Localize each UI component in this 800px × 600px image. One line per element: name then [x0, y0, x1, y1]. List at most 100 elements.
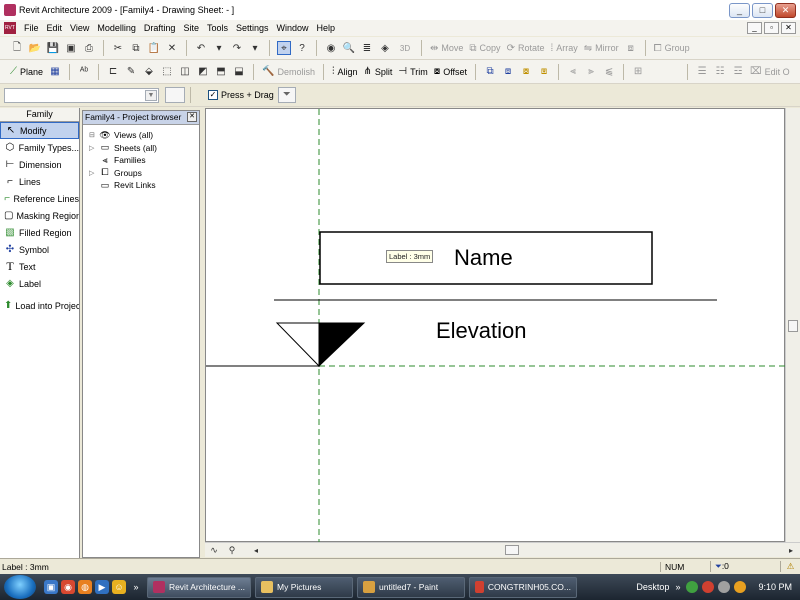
- maximize-button[interactable]: □: [752, 2, 773, 18]
- chrome-icon[interactable]: ◉: [61, 580, 75, 594]
- paste-aligned-icon[interactable]: ⧈: [501, 65, 515, 79]
- undo-dropdown-icon[interactable]: ▾: [212, 41, 226, 55]
- cut-icon[interactable]: ✂: [111, 41, 125, 55]
- family-item-text[interactable]: T Text: [0, 258, 79, 275]
- clock[interactable]: 9:10 PM: [748, 582, 800, 592]
- tree-item-revit-links[interactable]: ▭ Revit Links: [89, 179, 199, 192]
- task-my-pictures[interactable]: My Pictures: [255, 576, 353, 598]
- updater-icon[interactable]: [718, 581, 731, 593]
- list-bullets-icon[interactable]: ☲: [731, 65, 745, 79]
- copy-clipboard-icon[interactable]: ⧉: [483, 65, 497, 79]
- antivirus-icon[interactable]: [702, 581, 715, 593]
- scroll-right-icon[interactable]: ▸: [784, 543, 798, 557]
- name-text[interactable]: Name: [454, 245, 513, 270]
- scale-icon[interactable]: ⊞: [631, 65, 645, 79]
- family-item-label[interactable]: ◈ Label: [0, 275, 79, 292]
- family-item-family-types[interactable]: ⬡ Family Types...: [0, 139, 79, 156]
- new-icon[interactable]: 🗋: [10, 41, 24, 55]
- open-icon[interactable]: 📂: [28, 41, 42, 55]
- detail-level-icon[interactable]: ⚲: [225, 543, 239, 557]
- desktop-toolbar[interactable]: Desktop: [630, 582, 675, 592]
- menu-modelling[interactable]: Modelling: [93, 23, 140, 33]
- menu-site[interactable]: Site: [179, 23, 203, 33]
- print-icon[interactable]: ⎙: [82, 41, 96, 55]
- tree-item-sheets[interactable]: ▷ ▭ Sheets (all): [89, 142, 199, 155]
- menu-drafting[interactable]: Drafting: [140, 23, 180, 33]
- task-browser[interactable]: CONGTRINH05.CO...: [469, 576, 577, 598]
- tray-overflow-icon[interactable]: »: [675, 582, 684, 592]
- chevron-down-icon[interactable]: ▼: [145, 89, 157, 101]
- edit-overflow-button[interactable]: ⌧ Edit O: [750, 66, 790, 77]
- menu-tools[interactable]: Tools: [203, 23, 232, 33]
- family-item-lines[interactable]: ⌐ Lines: [0, 173, 79, 190]
- offset-button[interactable]: ⧇ Offset: [434, 66, 467, 77]
- elevation-text[interactable]: Elevation: [436, 318, 527, 343]
- split-button[interactable]: ⋔ Split: [364, 66, 393, 77]
- match-type-icon[interactable]: ✎: [124, 65, 138, 79]
- help-cursor-icon[interactable]: ?: [295, 41, 309, 55]
- task-revit[interactable]: Revit Architecture ...: [147, 576, 251, 598]
- 3d-view-icon[interactable]: ◈: [378, 41, 392, 55]
- save-icon[interactable]: 💾: [46, 41, 60, 55]
- cut-geometry-icon[interactable]: ◫: [178, 65, 192, 79]
- document-icon[interactable]: RVT: [4, 22, 16, 34]
- explorer-icon[interactable]: ▣: [44, 580, 58, 594]
- menu-settings[interactable]: Settings: [232, 23, 273, 33]
- split-face-icon[interactable]: ◩: [196, 65, 210, 79]
- family-item-dimension[interactable]: ⊢ Dimension: [0, 156, 79, 173]
- close-button[interactable]: ✕: [775, 2, 796, 18]
- wall-joins-icon[interactable]: ⬒: [214, 65, 228, 79]
- array-button[interactable]: ⁞ Array: [550, 43, 577, 54]
- align-button[interactable]: ⫶ Align: [332, 66, 358, 77]
- drawing-canvas[interactable]: Name Elevation: [205, 108, 786, 543]
- view-scale-icon[interactable]: ∿: [207, 543, 221, 557]
- menu-edit[interactable]: Edit: [43, 23, 67, 33]
- horizontal-scroll-thumb[interactable]: [505, 545, 519, 555]
- save-as-icon[interactable]: ▣: [64, 41, 78, 55]
- filter-icon[interactable]: ⏷: [277, 87, 296, 103]
- redo-icon[interactable]: ↷: [230, 41, 244, 55]
- media-player-icon[interactable]: ▶: [95, 580, 109, 594]
- list-icon[interactable]: ☰: [695, 65, 709, 79]
- navigation-icon[interactable]: ◉: [324, 41, 338, 55]
- tree-item-families[interactable]: ⫷ Families: [89, 154, 199, 167]
- undo-icon[interactable]: ↶: [194, 41, 208, 55]
- align-center-icon[interactable]: ⫸: [584, 65, 598, 79]
- task-paint[interactable]: untitled7 - Paint: [357, 576, 465, 598]
- tree-expand-icon[interactable]: ▷: [89, 144, 99, 152]
- copy-icon[interactable]: ⧉: [129, 41, 143, 55]
- doc-minimize-button[interactable]: _: [747, 22, 762, 34]
- align-right-icon[interactable]: ⫹: [602, 65, 616, 79]
- family-item-reference-lines[interactable]: ⌐ Reference Lines: [0, 190, 79, 207]
- vertical-scroll-thumb[interactable]: [788, 320, 798, 332]
- zoom-icon[interactable]: 🔍: [342, 41, 356, 55]
- mirror-button[interactable]: ⇋ Mirror: [584, 43, 619, 54]
- modify-tool-icon[interactable]: ⌖: [277, 41, 291, 55]
- family-item-load-into-project[interactable]: ⬆ Load into Project: [0, 297, 79, 314]
- paste-icon[interactable]: 📋: [147, 41, 161, 55]
- filter-count[interactable]: ⏷:0: [710, 561, 780, 572]
- type-selector[interactable]: ▼: [4, 87, 159, 103]
- properties-button[interactable]: [165, 87, 185, 103]
- copy-button[interactable]: ⧉ Copy: [469, 43, 500, 54]
- tree-expand-icon[interactable]: ▷: [89, 169, 99, 177]
- start-button[interactable]: [4, 575, 36, 599]
- network-icon[interactable]: [686, 581, 699, 593]
- vertical-scrollbar[interactable]: [785, 108, 800, 542]
- tree-collapse-icon[interactable]: ⊟: [89, 131, 99, 139]
- join-icon[interactable]: ⬚: [160, 65, 174, 79]
- family-item-modify[interactable]: ↖ Modify: [0, 122, 79, 139]
- family-item-symbol[interactable]: ✣ Symbol: [0, 241, 79, 258]
- minimize-button[interactable]: _: [729, 2, 750, 18]
- tree-item-groups[interactable]: ▷ ⧠ Groups: [89, 167, 199, 180]
- warning-icon[interactable]: ⚠: [780, 561, 800, 572]
- paste-special-icon[interactable]: ⧇: [519, 65, 533, 79]
- doc-close-button[interactable]: ✕: [781, 22, 796, 34]
- linework-icon[interactable]: ⬓: [232, 65, 246, 79]
- menu-window[interactable]: Window: [273, 23, 313, 33]
- press-drag-checkbox[interactable]: ✓: [208, 90, 218, 100]
- messenger-icon[interactable]: ☺: [112, 580, 126, 594]
- menu-help[interactable]: Help: [313, 23, 340, 33]
- trim-button[interactable]: ⊣ Trim: [398, 66, 427, 77]
- redo-dropdown-icon[interactable]: ▾: [248, 41, 262, 55]
